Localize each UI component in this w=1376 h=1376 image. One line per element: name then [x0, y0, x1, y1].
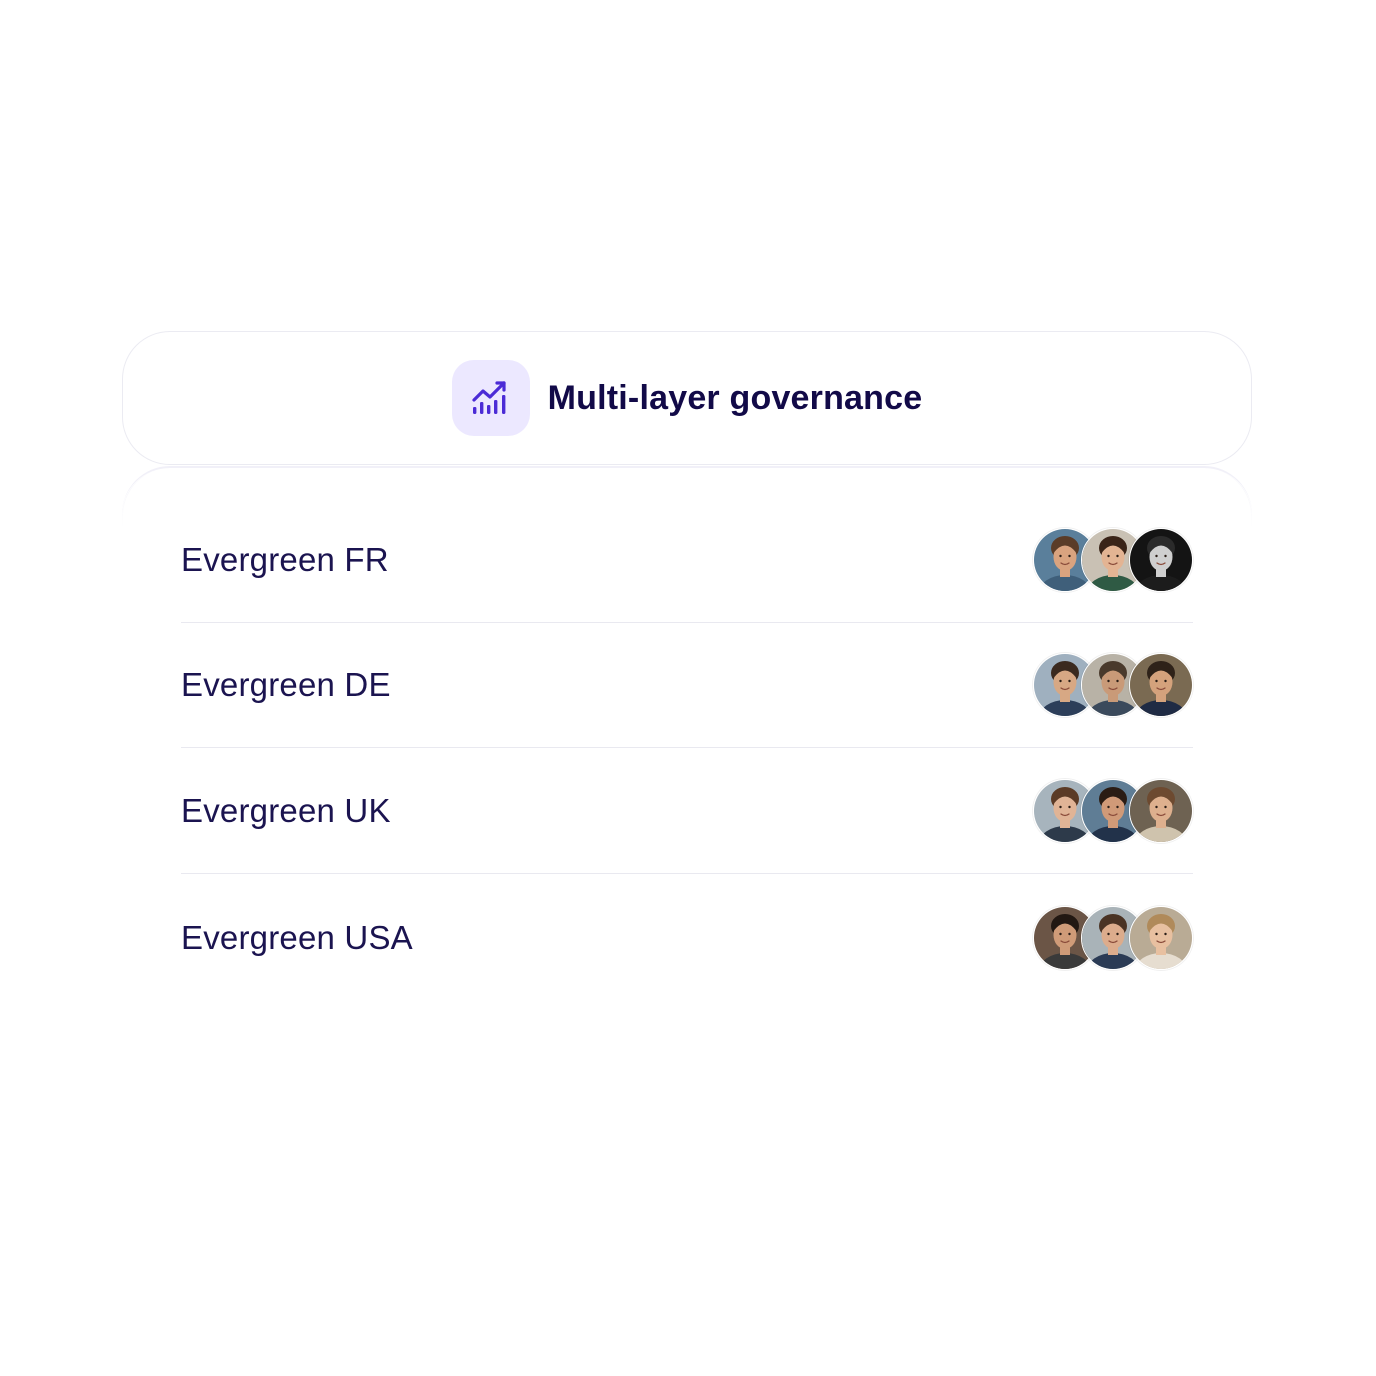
entity-label: Evergreen DE [181, 666, 391, 703]
avatar-group [1033, 779, 1193, 843]
entity-label: Evergreen FR [181, 541, 389, 578]
entity-list: Evergreen FR Evergreen DE Evergreen UK E… [122, 466, 1252, 1026]
entity-row-de[interactable]: Evergreen DE [181, 623, 1193, 748]
avatar [1129, 905, 1193, 970]
entity-row-usa[interactable]: Evergreen USA [181, 875, 1193, 1000]
entity-label: Evergreen UK [181, 792, 391, 829]
governance-panel: Multi-layer governance Evergreen FR Ever… [0, 0, 1376, 1376]
growth-chart-icon [472, 381, 506, 414]
avatar-group [1033, 653, 1193, 717]
avatar-group [1033, 528, 1193, 592]
avatar [1129, 653, 1193, 717]
governance-header-card: Multi-layer governance [122, 331, 1252, 465]
page-title: Multi-layer governance [547, 378, 923, 417]
icon-tile [451, 360, 530, 436]
avatar [1129, 528, 1193, 592]
avatar-group [1033, 905, 1193, 970]
entity-row-uk[interactable]: Evergreen UK [181, 749, 1193, 874]
entity-label: Evergreen USA [181, 918, 413, 956]
avatar [1129, 779, 1193, 843]
entity-row-fr[interactable]: Evergreen FR [181, 498, 1193, 623]
